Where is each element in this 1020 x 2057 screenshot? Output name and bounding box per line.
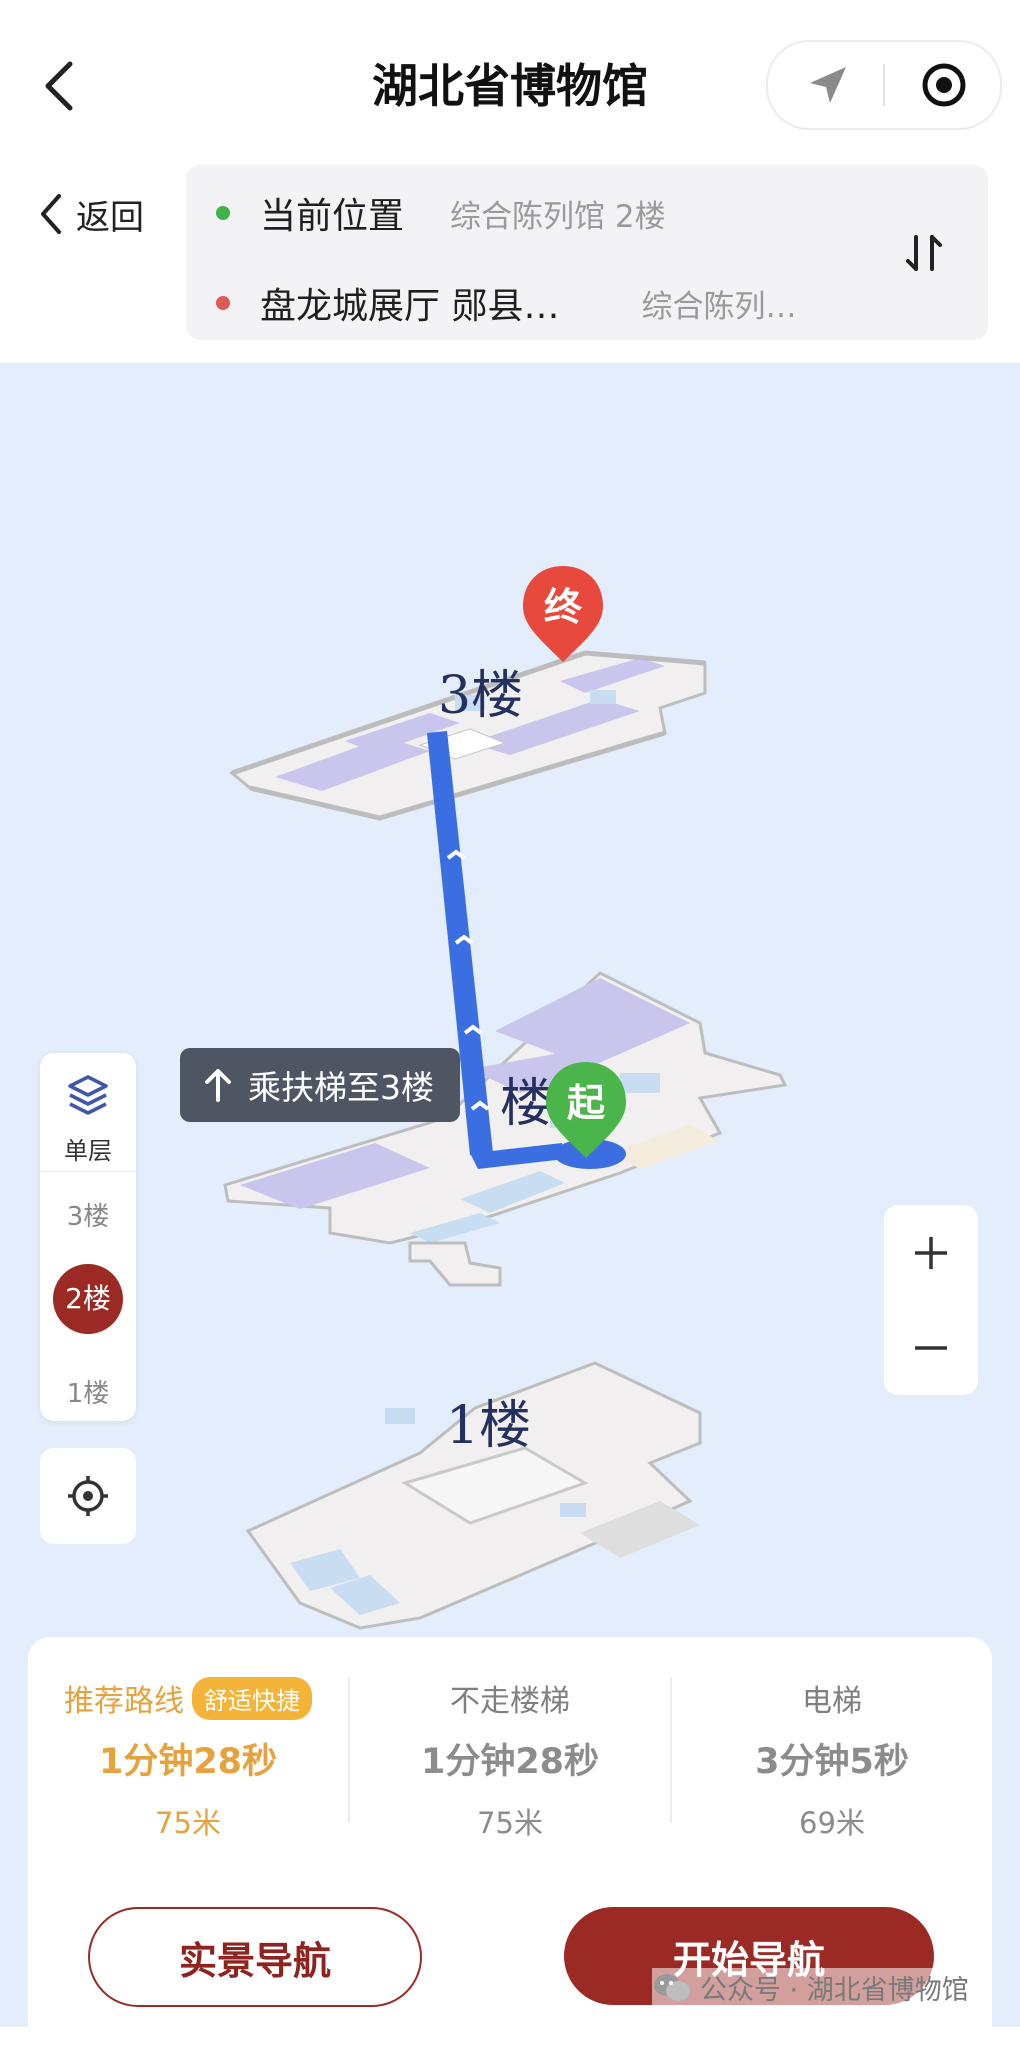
route-option-elevator[interactable]: 电梯 3分钟5秒 69米 — [672, 1677, 992, 1842]
route-back-button[interactable]: 返回 — [38, 188, 144, 240]
single-layer-toggle[interactable]: 单层 — [40, 1053, 136, 1172]
route-option-title: 不走楼梯 — [450, 1684, 570, 1719]
route-badge: 舒适快捷 — [192, 1676, 312, 1720]
route-option-title: 电梯 — [802, 1684, 862, 1719]
destination-row[interactable]: 盘龙城展厅 郧县… 综合陈列… — [216, 277, 796, 329]
route-option-distance: 75米 — [155, 1806, 221, 1840]
single-layer-label: 单层 — [64, 1137, 112, 1165]
mini-program-capsule — [766, 40, 1002, 130]
route-option-recommended[interactable]: 推荐路线 舒适快捷 1分钟28秒 75米 — [28, 1676, 348, 1842]
route-panel: 当前位置 综合陈列馆 2楼 盘龙城展厅 郧县… 综合陈列… — [186, 165, 988, 340]
origin-detail: 综合陈列馆 2楼 — [450, 198, 666, 235]
escalator-tip: 乘扶梯至3楼 — [180, 1048, 460, 1122]
origin-row[interactable]: 当前位置 综合陈列馆 2楼 — [216, 187, 666, 239]
destination-detail: 综合陈列… — [641, 288, 797, 325]
back-arrow-icon — [41, 194, 61, 234]
target-icon[interactable] — [920, 61, 968, 109]
layers-icon — [68, 1075, 108, 1115]
watermark: 公众号 · 湖北省博物馆 — [652, 1968, 969, 2007]
location-arrow-icon[interactable] — [804, 61, 852, 109]
floor-option-3[interactable]: 3楼 — [40, 1196, 136, 1233]
floor-option-1[interactable]: 1楼 — [40, 1373, 136, 1410]
route-option-no-stairs[interactable]: 不走楼梯 1分钟28秒 75米 — [350, 1677, 670, 1842]
locate-button[interactable] — [40, 1448, 136, 1544]
origin-dot — [216, 206, 230, 220]
crosshair-icon — [68, 1476, 108, 1516]
zoom-out-button[interactable] — [884, 1300, 978, 1395]
floor-label-1: 1楼 — [446, 1396, 532, 1456]
destination-dot — [216, 296, 230, 310]
minus-icon — [915, 1346, 947, 1350]
origin-name: 当前位置 — [260, 196, 405, 237]
wechat-icon — [654, 1973, 690, 2001]
ar-navigation-button[interactable]: 实景导航 — [88, 1907, 422, 2007]
zoom-in-button[interactable] — [884, 1205, 978, 1300]
route-option-time: 1分钟28秒 — [420, 1742, 600, 1782]
floor-switcher: 单层 3楼 1楼 — [40, 1053, 136, 1421]
end-pin[interactable]: 终 — [521, 564, 605, 664]
floor-label-3: 3楼 — [438, 666, 524, 726]
swap-icon[interactable] — [902, 229, 946, 277]
watermark-text: 公众号 · 湖北省博物馆 — [700, 1975, 969, 2006]
escalator-tip-text: 乘扶梯至3楼 — [248, 1068, 434, 1107]
destination-name: 盘龙城展厅 郧县… — [260, 286, 560, 327]
end-pin-label: 终 — [543, 585, 582, 629]
zoom-control — [884, 1205, 978, 1395]
start-pin[interactable]: 起 — [544, 1060, 628, 1160]
plus-icon — [915, 1237, 947, 1269]
route-back-label: 返回 — [76, 197, 144, 238]
route-option-time: 3分钟5秒 — [755, 1742, 909, 1782]
route-option-distance: 69米 — [799, 1806, 865, 1840]
start-pin-label: 起 — [566, 1081, 605, 1125]
floor-option-2-active[interactable]: 2楼 — [53, 1264, 123, 1334]
up-arrow-icon — [205, 1069, 231, 1102]
route-option-title: 推荐路线 — [64, 1684, 184, 1719]
top-bar: 湖北省博物馆 — [0, 0, 1020, 165]
route-option-distance: 75米 — [477, 1806, 543, 1840]
capsule-divider — [883, 64, 885, 106]
route-option-time: 1分钟28秒 — [98, 1742, 278, 1782]
